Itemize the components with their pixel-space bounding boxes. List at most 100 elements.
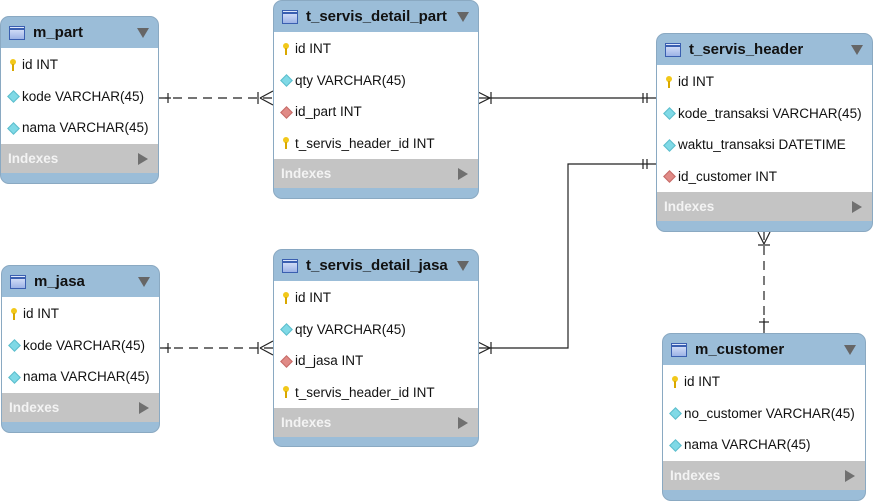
collapse-arrow-icon[interactable]: [844, 345, 856, 355]
column-icon: [8, 122, 18, 134]
table-header[interactable]: m_part: [1, 17, 158, 48]
table-name: t_servis_detail_jasa: [306, 257, 448, 274]
key-icon: [670, 375, 680, 388]
key-icon: [8, 58, 18, 71]
expand-arrow-icon[interactable]: [845, 469, 855, 482]
collapse-arrow-icon[interactable]: [457, 261, 469, 271]
indexes-section[interactable]: Indexes: [1, 143, 158, 173]
table-t_servis_detail_part[interactable]: t_servis_detail_partid INT qty VARCHAR(45…: [273, 0, 479, 199]
column-icon: [281, 323, 291, 335]
expand-arrow-icon[interactable]: [138, 152, 148, 165]
table-icon: [665, 42, 681, 57]
collapse-arrow-icon[interactable]: [457, 12, 469, 22]
column-row[interactable]: id_part INT: [274, 96, 478, 128]
indexes-label: Indexes: [664, 199, 715, 214]
table-icon: [671, 342, 687, 357]
column-row[interactable]: nama VARCHAR(45): [1, 112, 158, 144]
column-icon: [670, 407, 680, 419]
rel-m_part-detail_part: [158, 90, 274, 106]
column-label: id_customer INT: [678, 168, 778, 184]
column-row[interactable]: kode VARCHAR(45): [2, 330, 159, 362]
key-icon: [281, 42, 291, 55]
collapse-arrow-icon[interactable]: [851, 45, 863, 55]
indexes-label: Indexes: [281, 415, 332, 430]
expand-arrow-icon[interactable]: [458, 168, 468, 180]
column-row[interactable]: id_customer INT: [657, 161, 872, 193]
indexes-section[interactable]: Indexes: [657, 192, 872, 221]
column-row[interactable]: t_servis_header_id INT: [274, 128, 478, 160]
table-m_customer[interactable]: m_customerid INT no_customer VARCHAR(45) n…: [662, 333, 866, 501]
collapse-arrow-icon[interactable]: [137, 28, 149, 38]
column-label: no_customer VARCHAR(45): [684, 405, 855, 421]
column-row[interactable]: kode VARCHAR(45): [1, 81, 158, 113]
indexes-section[interactable]: Indexes: [274, 408, 478, 437]
column-row[interactable]: nama VARCHAR(45): [663, 429, 865, 461]
column-icon: [9, 371, 19, 383]
table-m_part[interactable]: m_partid INT kode VARCHAR(45) nama VARCHAR…: [0, 16, 159, 184]
rel-customer-header: [757, 231, 771, 333]
key-icon: [281, 137, 291, 150]
collapse-arrow-icon[interactable]: [138, 277, 150, 287]
column-label: t_servis_header_id INT: [295, 384, 435, 400]
column-label: kode_transaksi VARCHAR(45): [678, 105, 862, 121]
column-label: qty VARCHAR(45): [295, 321, 406, 337]
key-icon: [664, 75, 674, 88]
table-icon: [282, 9, 298, 24]
column-label: id INT: [678, 74, 715, 90]
table-name: m_customer: [695, 341, 785, 358]
key-icon: [281, 386, 291, 399]
table-icon: [9, 25, 25, 40]
column-row[interactable]: no_customer VARCHAR(45): [663, 398, 865, 430]
column-label: id INT: [23, 306, 60, 322]
table-header[interactable]: t_servis_header: [657, 34, 872, 65]
column-row[interactable]: id INT: [1, 49, 158, 81]
column-row[interactable]: qty VARCHAR(45): [274, 314, 478, 346]
column-label: nama VARCHAR(45): [22, 120, 149, 136]
column-row[interactable]: id INT: [657, 66, 872, 98]
table-header[interactable]: t_servis_detail_jasa: [274, 250, 478, 281]
column-label: id INT: [22, 57, 59, 73]
column-label: id_part INT: [295, 104, 362, 120]
column-row[interactable]: qty VARCHAR(45): [274, 65, 478, 97]
indexes-section[interactable]: Indexes: [663, 460, 865, 490]
column-row[interactable]: id INT: [2, 298, 159, 330]
foreign-key-icon: [664, 170, 674, 182]
table-t_servis_header[interactable]: t_servis_headerid INT kode_transaksi VARC…: [656, 33, 873, 232]
expand-arrow-icon[interactable]: [139, 401, 149, 414]
column-label: waktu_transaksi DATETIME: [678, 137, 846, 153]
column-row[interactable]: id INT: [274, 282, 478, 314]
table-header[interactable]: m_customer: [663, 334, 865, 365]
column-row[interactable]: id_jasa INT: [274, 345, 478, 377]
expand-arrow-icon[interactable]: [852, 201, 862, 213]
indexes-label: Indexes: [670, 467, 721, 483]
column-label: qty VARCHAR(45): [295, 72, 406, 88]
column-label: id INT: [295, 41, 332, 57]
rel-m_jasa-detail_jasa: [159, 340, 274, 356]
column-label: t_servis_header_id INT: [295, 135, 435, 151]
indexes-section[interactable]: Indexes: [2, 392, 159, 422]
column-row[interactable]: kode_transaksi VARCHAR(45): [657, 98, 872, 130]
column-icon: [281, 74, 291, 86]
foreign-key-icon: [281, 355, 291, 367]
table-header[interactable]: m_jasa: [2, 266, 159, 297]
table-t_servis_detail_jasa[interactable]: t_servis_detail_jasaid INT qty VARCHAR(45…: [273, 249, 479, 447]
indexes-label: Indexes: [8, 150, 59, 166]
column-label: id INT: [295, 290, 332, 306]
column-row[interactable]: waktu_transaksi DATETIME: [657, 129, 872, 161]
indexes-label: Indexes: [9, 399, 60, 415]
column-label: id_jasa INT: [295, 353, 364, 369]
indexes-section[interactable]: Indexes: [274, 159, 478, 188]
table-header[interactable]: t_servis_detail_part: [274, 1, 478, 32]
column-row[interactable]: id INT: [274, 33, 478, 65]
column-icon: [664, 139, 674, 151]
column-label: kode VARCHAR(45): [23, 337, 146, 353]
column-icon: [664, 107, 674, 119]
expand-arrow-icon[interactable]: [458, 417, 468, 429]
rel-header-detail_jasa: [477, 159, 656, 355]
table-m_jasa[interactable]: m_jasaid INT kode VARCHAR(45) nama VARCHAR…: [1, 265, 160, 433]
table-name: m_jasa: [34, 273, 85, 290]
column-row[interactable]: nama VARCHAR(45): [2, 361, 159, 393]
column-label: nama VARCHAR(45): [684, 437, 811, 453]
column-row[interactable]: id INT: [663, 366, 865, 398]
column-row[interactable]: t_servis_header_id INT: [274, 377, 478, 409]
